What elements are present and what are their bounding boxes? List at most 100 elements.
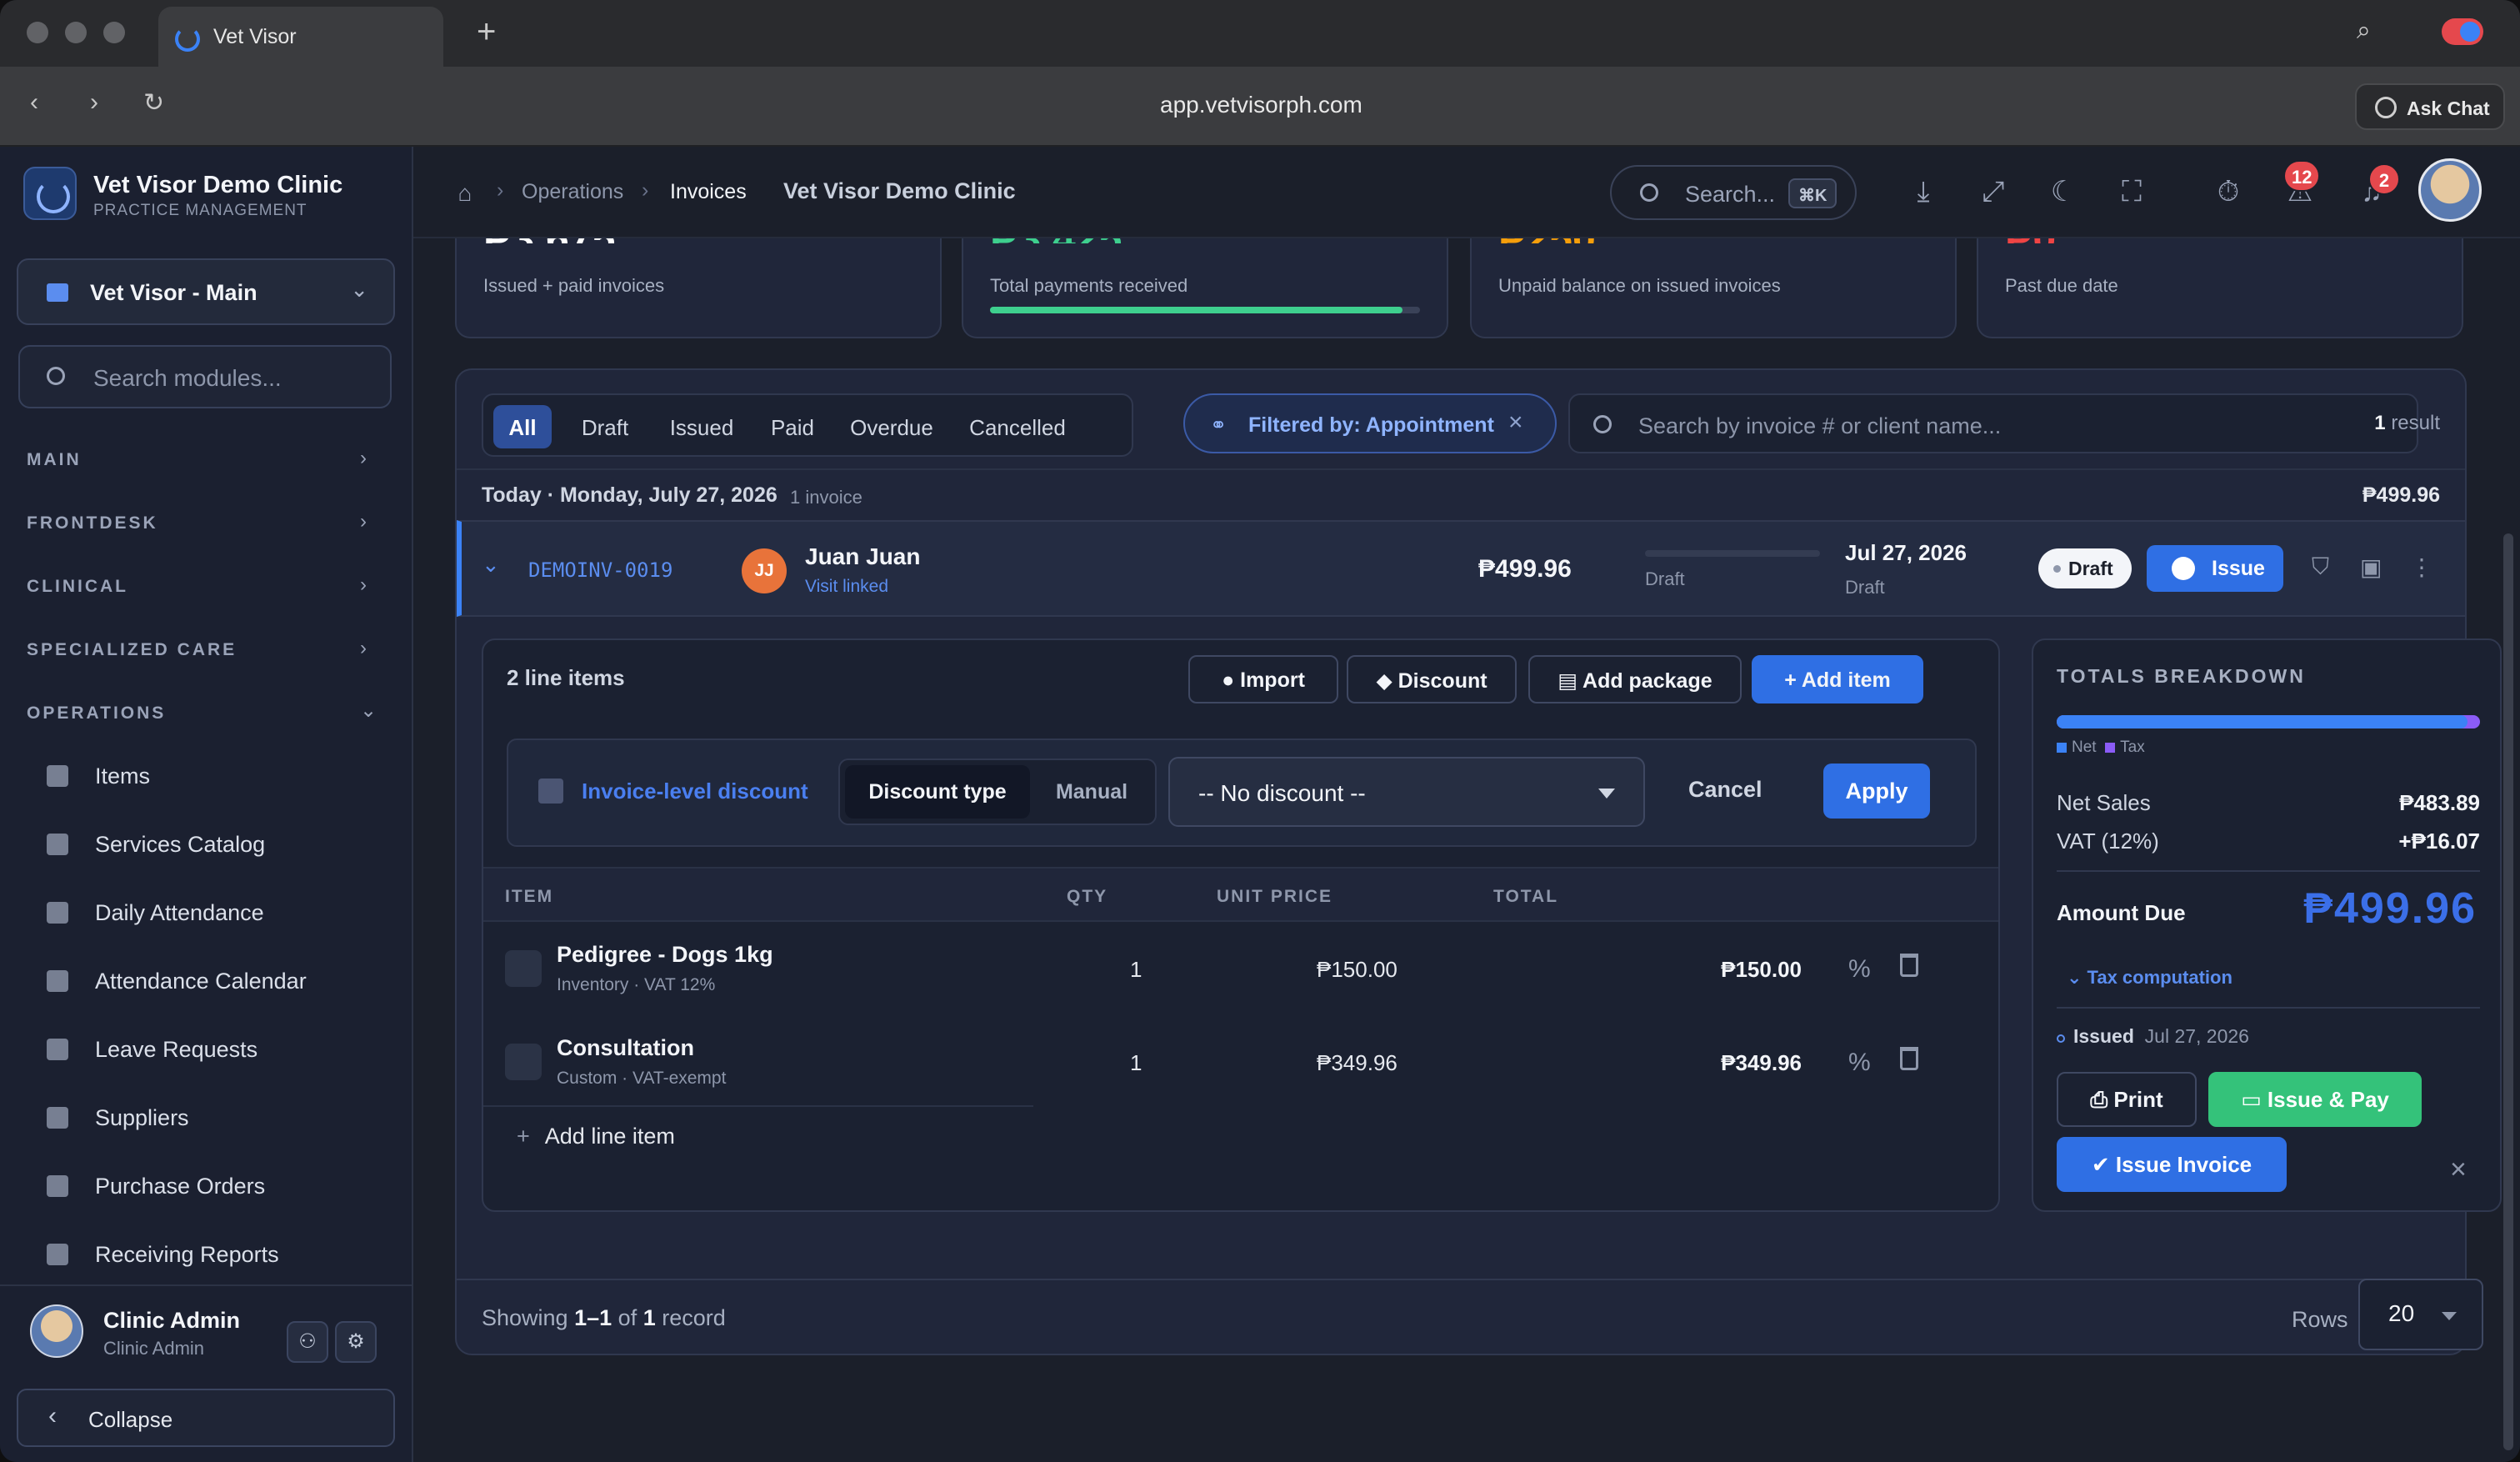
zoom-window-button[interactable] xyxy=(103,22,125,43)
column-unit-price: UNIT PRICE xyxy=(1217,887,1333,906)
apply-button[interactable]: Apply xyxy=(1823,764,1930,819)
item-subtitle: Custom · VAT-exempt xyxy=(557,1069,727,1088)
switch-user-icon[interactable]: ⚇ xyxy=(287,1321,328,1363)
extensions-icon[interactable] xyxy=(2442,18,2483,45)
sidebar-item-services-catalog[interactable]: Services Catalog xyxy=(47,822,397,869)
cash-icon: ▭ xyxy=(2241,1087,2268,1112)
percent-icon[interactable]: % xyxy=(1848,955,1871,984)
avatar[interactable] xyxy=(30,1304,83,1358)
record-range: 1–1 xyxy=(574,1305,612,1330)
timer-icon[interactable]: ⏱ xyxy=(2212,175,2245,208)
section-main[interactable]: MAIN xyxy=(27,450,82,470)
invoice-number[interactable]: DEMOINV-0019 xyxy=(528,558,672,582)
issue-invoice-button[interactable]: ✔ Issue Invoice xyxy=(2057,1137,2287,1192)
chevron-down-icon[interactable]: ⌄ xyxy=(482,552,500,578)
avatar[interactable] xyxy=(2418,158,2482,222)
net-sales-value: ₱483.89 xyxy=(2399,790,2480,815)
issue-button[interactable]: Issue xyxy=(2147,545,2283,592)
vat-row: VAT (12%) +₱16.07 xyxy=(2057,829,2480,854)
invoice-row[interactable]: ⌄ DEMOINV-0019 JJ Juan Juan Visit linked… xyxy=(457,520,2465,617)
rows-label: Rows xyxy=(2292,1307,2348,1332)
tab-cancelled[interactable]: Cancelled xyxy=(955,405,1080,448)
tax-computation-toggle[interactable]: ⌄ Tax computation xyxy=(2067,967,2232,989)
cancel-button[interactable]: Cancel xyxy=(1688,777,1762,803)
add-package-button[interactable]: ▤ Add package xyxy=(1528,655,1742,703)
tab-draft[interactable]: Draft xyxy=(563,405,647,448)
sidebar-item-daily-attendance[interactable]: Daily Attendance xyxy=(47,890,397,937)
section-specialized-care[interactable]: SPECIALIZED CARE xyxy=(27,640,237,660)
item-unit-price[interactable]: ₱150.00 xyxy=(1317,957,1398,983)
tab-issued[interactable]: Issued xyxy=(655,405,748,448)
discount-select[interactable]: -- No discount -- xyxy=(1168,757,1645,827)
invoice-search-input[interactable]: Search by invoice # or client name... xyxy=(1568,393,2418,453)
column-qty: QTY xyxy=(1067,887,1108,906)
sidebar-item-receiving-reports[interactable]: Receiving Reports xyxy=(47,1232,397,1279)
item-qty[interactable]: 1 xyxy=(1130,957,1142,983)
print-button[interactable]: ⎙ Print xyxy=(2057,1072,2197,1127)
tab-paid[interactable]: Paid xyxy=(755,405,830,448)
clinic-brand-name: Vet Visor Demo Clinic xyxy=(93,172,343,198)
module-search-input[interactable]: Search modules... xyxy=(18,345,392,408)
moon-icon[interactable]: ☾ xyxy=(2047,175,2080,208)
branch-selector[interactable]: Vet Visor - Main ⌄ xyxy=(17,258,395,325)
minimize-window-button[interactable] xyxy=(65,22,87,43)
sidebar-item-attendance-calendar[interactable]: Attendance Calendar xyxy=(47,959,397,1005)
discount-button[interactable]: ◆ Discount xyxy=(1347,655,1517,703)
url-field[interactable]: app.vetvisorph.com xyxy=(1160,92,1362,118)
gear-icon[interactable]: ⚙ xyxy=(335,1321,377,1363)
section-operations[interactable]: OPERATIONS xyxy=(27,703,166,723)
issue-and-pay-button[interactable]: ▭ Issue & Pay xyxy=(2208,1072,2422,1127)
forward-icon[interactable]: › xyxy=(90,88,98,117)
back-icon[interactable]: ‹ xyxy=(30,88,38,117)
close-icon[interactable]: × xyxy=(2450,1154,2467,1186)
item-unit-price[interactable]: ₱349.96 xyxy=(1317,1050,1398,1076)
new-tab-button[interactable]: + xyxy=(477,13,496,51)
visit-linked-link[interactable]: Visit linked xyxy=(805,577,888,597)
custom-item-icon xyxy=(505,1044,542,1080)
more-vertical-icon[interactable]: ⋮ xyxy=(2410,553,2433,581)
trash-icon[interactable] xyxy=(1900,1047,1918,1070)
import-button[interactable]: ● Import xyxy=(1188,655,1338,703)
sidebar-item-leave-requests[interactable]: Leave Requests xyxy=(47,1027,397,1074)
add-line-item-button[interactable]: + Add line item xyxy=(517,1124,675,1149)
trash-icon[interactable] xyxy=(1900,954,1918,977)
page-scrollbar[interactable] xyxy=(2503,533,2513,1450)
section-frontdesk[interactable]: FRONTDESK xyxy=(27,513,158,533)
appointment-filter-chip[interactable]: ⚭ Filtered by: Appointment × xyxy=(1183,393,1557,453)
breadcrumb-operations[interactable]: Operations xyxy=(522,180,623,204)
ask-chat-button[interactable]: Ask Chat xyxy=(2355,83,2505,130)
sidebar-item-items[interactable]: Items xyxy=(47,754,397,800)
tools-icon xyxy=(47,834,68,855)
discount-type-option[interactable]: Discount type xyxy=(845,765,1030,819)
fullscreen-icon[interactable]: ⛶ xyxy=(2115,175,2148,208)
payment-card-icon[interactable]: ▣ xyxy=(2360,553,2382,581)
expand-icon[interactable]: ⤢ xyxy=(1977,175,2010,208)
chat-icon xyxy=(2375,97,2397,118)
browser-tab[interactable]: Vet Visor xyxy=(158,7,443,67)
reload-icon[interactable]: ↻ xyxy=(143,88,164,118)
manual-option[interactable]: Manual xyxy=(1033,765,1150,819)
inventory-icon xyxy=(505,950,542,987)
home-icon[interactable]: ⌂ xyxy=(448,177,482,210)
tab-all[interactable]: All xyxy=(493,405,552,448)
close-icon[interactable]: × xyxy=(1508,408,1523,437)
invoice-date: Jul 27, 2026 xyxy=(1845,540,1967,565)
search-tabs-icon[interactable]: ⌕ xyxy=(2357,17,2371,45)
sidebar-item-suppliers[interactable]: Suppliers xyxy=(47,1095,397,1142)
sidebar-item-purchase-orders[interactable]: Purchase Orders xyxy=(47,1164,397,1210)
shield-icon[interactable]: ⛉ xyxy=(2312,553,2329,581)
showing-label: Showing xyxy=(482,1305,568,1330)
rows-per-page-select[interactable]: 20 xyxy=(2358,1279,2483,1350)
download-icon[interactable]: ⤓ xyxy=(1907,175,1940,208)
sidebar-item-label: Purchase Orders xyxy=(95,1174,266,1199)
section-clinical[interactable]: CLINICAL xyxy=(27,577,128,597)
tab-overdue[interactable]: Overdue xyxy=(837,405,947,448)
percent-icon[interactable]: % xyxy=(1848,1049,1871,1077)
global-search-input[interactable]: Search... ⌘K xyxy=(1610,165,1857,220)
close-window-button[interactable] xyxy=(27,22,48,43)
stat-caption: Unpaid balance on issued invoices xyxy=(1498,275,1781,296)
collapse-sidebar-button[interactable]: ‹ Collapse xyxy=(17,1389,395,1447)
add-item-button[interactable]: + Add item xyxy=(1752,655,1923,703)
net-portion xyxy=(2057,715,2468,728)
item-qty[interactable]: 1 xyxy=(1130,1050,1142,1076)
